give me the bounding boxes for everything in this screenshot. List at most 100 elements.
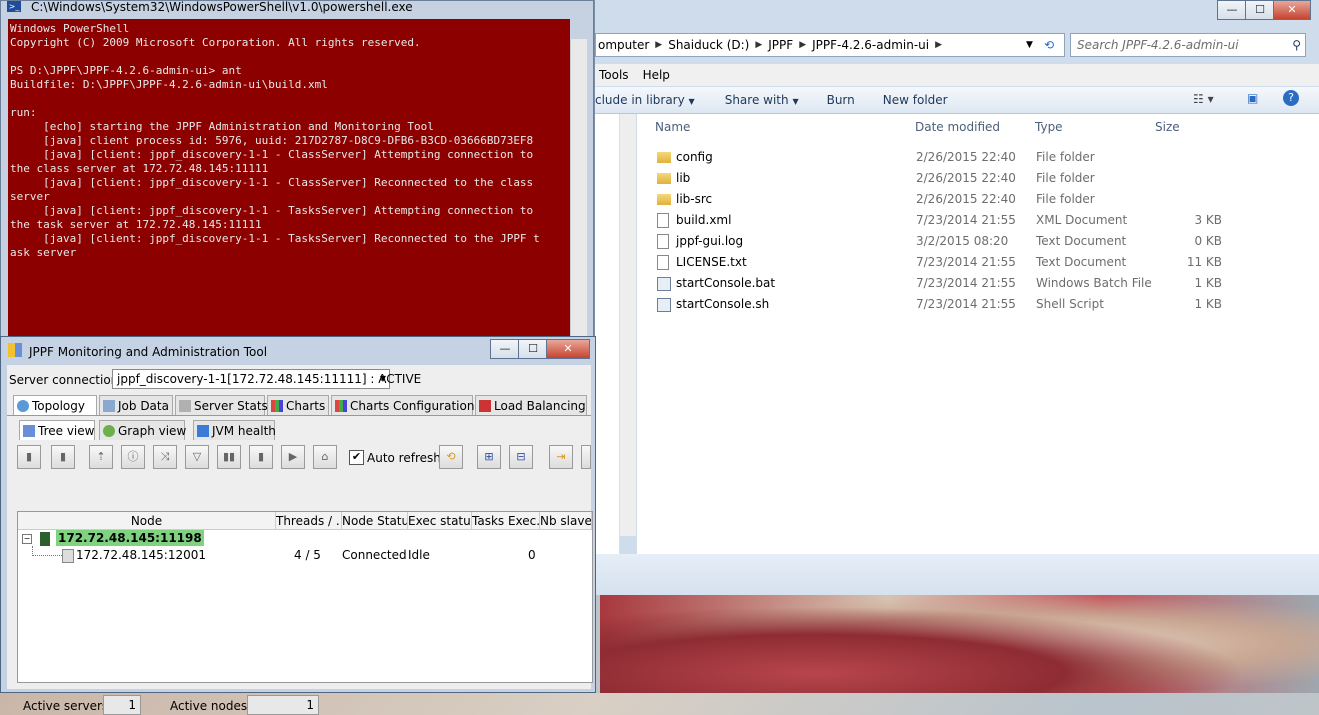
- file-icon: [657, 234, 669, 249]
- tab-jvm-health[interactable]: JVM health: [193, 420, 276, 440]
- server-row[interactable]: 172.72.48.145:11198: [56, 530, 204, 546]
- system-info-icon[interactable]: ⓘ: [121, 445, 145, 469]
- tab-charts[interactable]: Charts: [267, 395, 329, 415]
- active-nodes-label: Active nodes: [170, 699, 248, 713]
- header-node[interactable]: Node: [18, 512, 276, 530]
- column-date-modified[interactable]: Date modified: [915, 120, 1000, 134]
- update-config-button[interactable]: ⇡: [89, 445, 113, 469]
- tab-server-stats[interactable]: Server Stats: [175, 395, 268, 415]
- refresh-icon[interactable]: ⟲: [439, 445, 463, 469]
- search-icon[interactable]: ⚲: [1292, 34, 1301, 56]
- new-folder-button[interactable]: New folder: [883, 93, 948, 107]
- header-nb-slave[interactable]: Nb slave: [540, 512, 592, 530]
- start-icon[interactable]: ▶: [281, 445, 305, 469]
- jppf-close-button[interactable]: ✕: [546, 339, 590, 359]
- collapse-all-icon[interactable]: ⊟: [509, 445, 533, 469]
- file-row[interactable]: config 2/26/2015 22:40 File folder: [637, 147, 1319, 168]
- restart-node-icon[interactable]: ▮: [249, 445, 273, 469]
- chevron-down-icon[interactable]: ▼: [1026, 40, 1033, 50]
- header-exec-status[interactable]: Exec status: [408, 512, 472, 530]
- header-threads[interactable]: Threads / ...: [276, 512, 342, 530]
- expand-all-icon[interactable]: ⊞: [477, 445, 501, 469]
- server-connection-value: jppf_discovery-1-1[172.72.48.145:11111] …: [117, 372, 422, 386]
- cancel-icon[interactable]: ⌂: [313, 445, 337, 469]
- maximize-button[interactable]: ☐: [1245, 0, 1275, 20]
- address-bar[interactable]: omputer ▶ Shaiduck (D:) ▶ JPPF ▶ JPPF-4.…: [595, 33, 1065, 57]
- header-node-status[interactable]: Node Status: [342, 512, 408, 530]
- refresh-icon[interactable]: ⟲: [1044, 38, 1054, 52]
- tab-graph-view-label: Graph view: [118, 424, 187, 438]
- file-row[interactable]: startConsole.sh 7/23/2014 21:55 Shell Scri…: [637, 294, 1319, 315]
- file-date: 7/23/2014 21:55: [916, 276, 1016, 290]
- minimize-button[interactable]: —: [1217, 0, 1247, 20]
- menu-bar: Tools Help: [595, 64, 1319, 86]
- breadcrumb-computer[interactable]: omputer: [598, 38, 649, 52]
- breadcrumb-jppf[interactable]: JPPF: [768, 38, 793, 52]
- folder-icon: [657, 152, 671, 163]
- chevron-right-icon[interactable]: ▶: [799, 40, 806, 50]
- powershell-scrollbar[interactable]: [570, 39, 587, 339]
- console-line: run:: [10, 106, 37, 119]
- filter-icon[interactable]: ▽: [185, 445, 209, 469]
- jppf-minimize-button[interactable]: —: [490, 339, 520, 359]
- topology-table: Node Threads / ... Node Status Exec stat…: [17, 511, 593, 683]
- tab-charts-configuration[interactable]: Charts Configuration: [331, 395, 474, 415]
- search-input[interactable]: Search JPPF-4.2.6-admin-ui ⚲: [1070, 33, 1306, 57]
- tab-load-balancing[interactable]: Load Balancing: [475, 395, 587, 415]
- column-size[interactable]: Size: [1155, 120, 1180, 134]
- server-info-button[interactable]: ▮: [17, 445, 41, 469]
- node-row-name[interactable]: 172.72.48.145:12001: [76, 548, 206, 562]
- tab-charts-label: Charts: [286, 399, 326, 413]
- navigation-pane[interactable]: [595, 114, 620, 554]
- include-in-library-button[interactable]: clude in library ▼: [595, 93, 695, 107]
- shutdown-nodes-icon[interactable]: ▮▮: [217, 445, 241, 469]
- tree-view-icon: [23, 425, 35, 437]
- help-icon[interactable]: ?: [1283, 90, 1299, 106]
- powershell-console[interactable]: Windows PowerShell Copyright (C) 2009 Mic…: [8, 19, 570, 339]
- node-config-button[interactable]: ▮: [51, 445, 75, 469]
- console-line: Copyright (C) 2009 Microsoft Corporation…: [10, 36, 421, 49]
- column-name[interactable]: Name: [655, 120, 690, 134]
- file-row[interactable]: jppf-gui.log 3/2/2015 08:20 Text Document 0…: [637, 231, 1319, 252]
- file-row[interactable]: LICENSE.txt 7/23/2014 21:55 Text Document 1…: [637, 252, 1319, 273]
- file-row[interactable]: lib-src 2/26/2015 22:40 File folder: [637, 189, 1319, 210]
- breadcrumb-admin-ui[interactable]: JPPF-4.2.6-admin-ui: [812, 38, 929, 52]
- tab-topology[interactable]: Topology: [13, 395, 97, 415]
- job-data-icon: [103, 400, 115, 412]
- share-with-button[interactable]: Share with ▼: [725, 93, 799, 107]
- burn-button[interactable]: Burn: [827, 93, 855, 107]
- chevron-down-icon[interactable]: ▼: [380, 370, 386, 388]
- menu-tools[interactable]: Tools: [599, 68, 629, 82]
- more-tools-icon[interactable]: [581, 445, 591, 469]
- chevron-right-icon[interactable]: ▶: [655, 40, 662, 50]
- console-line: [java] [client: jppf_discovery-1-1 - Tas…: [10, 204, 534, 217]
- load-balancer-icon[interactable]: ⤨: [153, 445, 177, 469]
- jppf-maximize-button[interactable]: ☐: [518, 339, 548, 359]
- column-type[interactable]: Type: [1035, 120, 1063, 134]
- chevron-right-icon[interactable]: ▶: [935, 40, 942, 50]
- auto-refresh-checkbox[interactable]: ✔: [349, 450, 364, 465]
- header-tasks-exec[interactable]: Tasks Exec...: [472, 512, 540, 530]
- preview-pane-icon[interactable]: ▣: [1247, 91, 1258, 105]
- file-name: startConsole.bat: [676, 276, 776, 290]
- file-row[interactable]: startConsole.bat 7/23/2014 21:55 Windows B…: [637, 273, 1319, 294]
- file-date: 2/26/2015 22:40: [916, 171, 1016, 185]
- server-connection-select[interactable]: jppf_discovery-1-1[172.72.48.145:11111] …: [112, 369, 421, 389]
- node-row-threads: 4 / 5: [294, 548, 321, 562]
- file-row[interactable]: build.xml 7/23/2014 21:55 XML Document 3 KB: [637, 210, 1319, 231]
- collapse-icon[interactable]: −: [22, 534, 32, 544]
- tab-tree-view[interactable]: Tree view: [19, 420, 95, 440]
- menu-help[interactable]: Help: [643, 68, 670, 82]
- breadcrumb-drive[interactable]: Shaiduck (D:): [668, 38, 749, 52]
- close-button[interactable]: ✕: [1273, 0, 1311, 20]
- chevron-right-icon[interactable]: ▶: [755, 40, 762, 50]
- topology-icon: [17, 400, 29, 412]
- tab-job-data[interactable]: Job Data: [99, 395, 173, 415]
- tab-graph-view[interactable]: Graph view: [99, 420, 187, 440]
- view-options-icon[interactable]: ☷ ▾: [1193, 92, 1214, 106]
- jppf-window: JPPF Monitoring and Administration Tool …: [0, 336, 596, 715]
- navigation-scrollbar[interactable]: [619, 114, 636, 536]
- file-row[interactable]: lib 2/26/2015 22:40 File folder: [637, 168, 1319, 189]
- select-nodes-icon[interactable]: ⇥: [549, 445, 573, 469]
